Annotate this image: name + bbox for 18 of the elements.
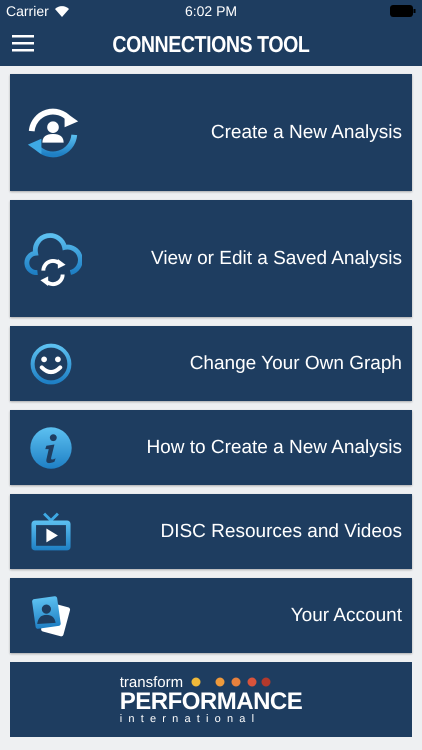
app-title: CONNECTIONS TOOL — [112, 30, 310, 58]
logo-text: international — [120, 714, 262, 724]
menu-button[interactable] — [12, 34, 34, 52]
menu-tile[interactable]: View or Edit a Saved Analysis — [10, 200, 412, 317]
smiley-icon — [28, 340, 74, 386]
logo-text: transform — [120, 674, 184, 690]
dots-icon — [191, 677, 272, 687]
wifi-icon — [54, 5, 70, 17]
clock-time: 6:02 PM — [184, 3, 238, 19]
info-icon — [28, 424, 74, 470]
menu-tile[interactable]: Your Account — [10, 578, 412, 653]
battery-icon — [390, 5, 416, 17]
menu-tile[interactable]: Create a New Analysis — [10, 74, 412, 191]
menu-tile[interactable]: How to Create a New Analysis — [10, 410, 412, 485]
menu-tile[interactable]: Change Your Own Graph — [10, 326, 412, 401]
carrier-label: Carrier — [6, 3, 49, 19]
logo-text: PERFORMANCE — [120, 690, 302, 714]
menu-tile[interactable]: DISC Resources and Videos — [10, 494, 412, 569]
